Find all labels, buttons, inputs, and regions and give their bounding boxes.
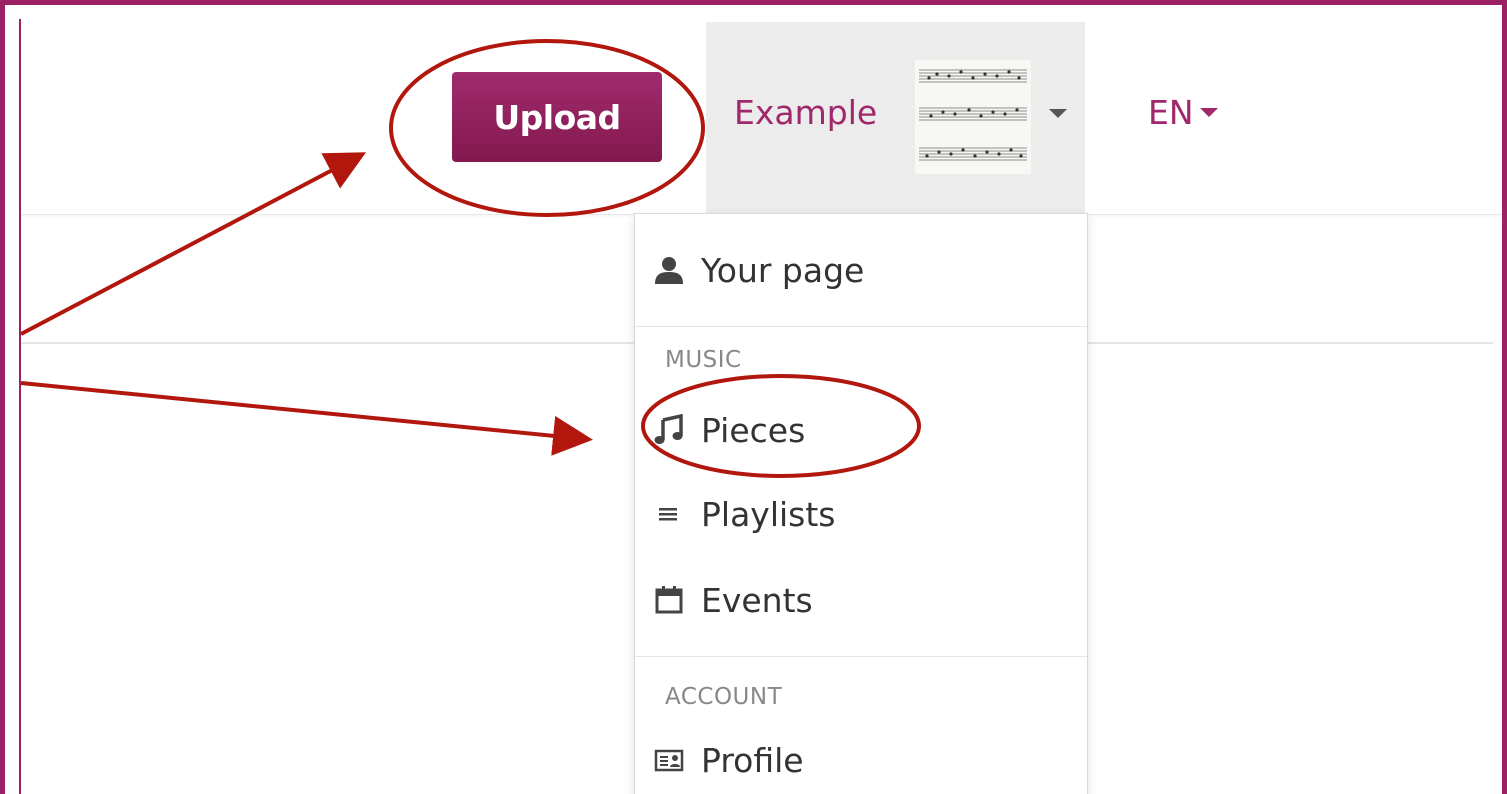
user-name: Example xyxy=(734,93,878,132)
avatar xyxy=(915,60,1031,174)
menu-divider xyxy=(635,326,1087,327)
menu-item-label: Events xyxy=(701,580,813,620)
user-icon xyxy=(653,254,701,286)
upload-button[interactable]: Upload xyxy=(452,72,662,162)
sheet-music-thumbnail-icon xyxy=(919,69,1027,161)
user-menu-toggle[interactable]: Example xyxy=(706,22,1085,214)
menu-item-profile[interactable]: Profile xyxy=(635,730,1087,790)
id-card-icon xyxy=(653,744,701,776)
menu-section-music: MUSIC xyxy=(665,347,742,373)
menu-divider xyxy=(635,656,1087,657)
menu-item-label: Pieces xyxy=(701,410,806,450)
annotation-arrow-pieces xyxy=(20,381,593,456)
user-dropdown-menu: Your page MUSIC Pieces Playlists Events … xyxy=(634,213,1088,794)
music-note-icon xyxy=(653,414,701,446)
left-border xyxy=(19,214,21,794)
language-selector[interactable]: EN xyxy=(1148,93,1218,132)
chevron-down-icon xyxy=(1199,108,1218,117)
menu-item-your-page[interactable]: Your page xyxy=(635,240,1087,300)
menu-item-label: Playlists xyxy=(701,494,836,534)
menu-section-account: ACCOUNT xyxy=(665,684,783,710)
menu-item-label: Your page xyxy=(701,250,865,290)
app-window: Upload Example EN Your page MUSIC Pieces… xyxy=(0,0,1507,794)
menu-item-pieces[interactable]: Pieces xyxy=(635,400,1087,460)
chevron-down-icon xyxy=(1049,109,1067,118)
calendar-icon xyxy=(653,584,701,616)
list-icon xyxy=(653,498,701,530)
menu-item-label: Profile xyxy=(701,740,804,780)
menu-item-events[interactable]: Events xyxy=(635,570,1087,630)
language-label: EN xyxy=(1148,93,1194,132)
menu-item-playlists[interactable]: Playlists xyxy=(635,484,1087,544)
